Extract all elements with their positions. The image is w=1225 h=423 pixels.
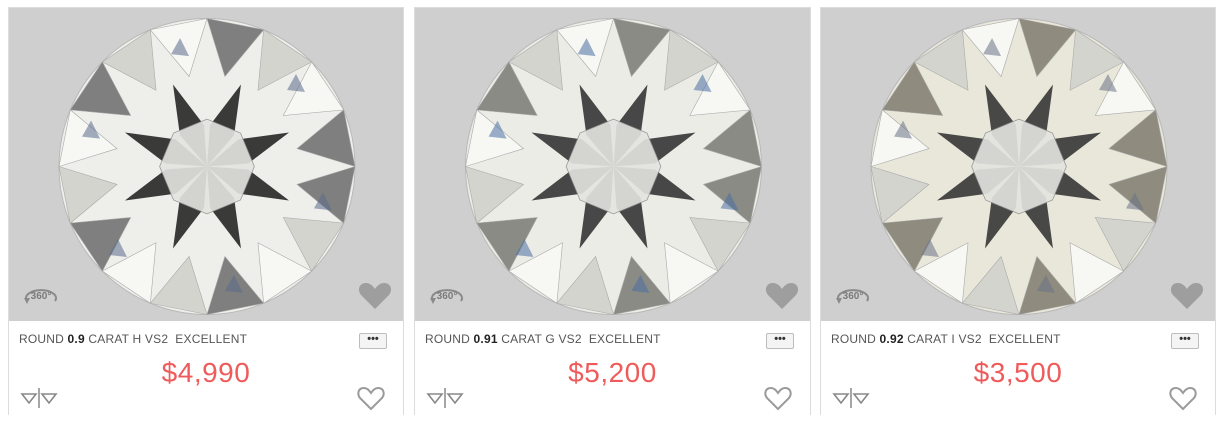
clarity-grade: VS2 bbox=[144, 332, 169, 346]
badge-360-label: 360° bbox=[437, 291, 458, 302]
diamond-title[interactable]: ROUND 0.91 CARAT G VS2 EXCELLENT bbox=[425, 332, 661, 346]
carat-label: CARAT bbox=[88, 332, 129, 346]
diamond-image[interactable]: 360° bbox=[415, 8, 810, 321]
compare-icon[interactable] bbox=[425, 387, 465, 409]
color-grade: I bbox=[951, 332, 955, 346]
diamond-card[interactable]: 360° ROUND 0.92 CARAT I VS2 EXCELLENT ••… bbox=[820, 7, 1216, 416]
carat-value: 0.9 bbox=[67, 332, 85, 346]
favorite-overlay-icon[interactable] bbox=[357, 279, 393, 311]
shape: ROUND bbox=[425, 332, 470, 346]
price: $4,990 bbox=[161, 357, 251, 388]
diamond-card[interactable]: 360° ROUND 0.91 CARAT G VS2 EXCELLENT ••… bbox=[414, 7, 811, 416]
card-info: ROUND 0.9 CARAT H VS2 EXCELLENT ••• $4,9… bbox=[9, 321, 403, 416]
card-info: ROUND 0.91 CARAT G VS2 EXCELLENT ••• $5,… bbox=[415, 321, 810, 416]
more-options-button[interactable]: ••• bbox=[1171, 333, 1199, 349]
shape: ROUND bbox=[19, 332, 64, 346]
diamond-title[interactable]: ROUND 0.9 CARAT H VS2 EXCELLENT bbox=[19, 332, 247, 346]
360-view-icon[interactable]: 360° bbox=[833, 281, 873, 309]
carat-value: 0.92 bbox=[879, 332, 904, 346]
diamond-image[interactable]: 360° bbox=[821, 8, 1215, 321]
cut-grade: EXCELLENT bbox=[175, 332, 248, 346]
favorite-overlay-icon[interactable] bbox=[764, 279, 800, 311]
price: $5,200 bbox=[568, 357, 657, 388]
diamond-image[interactable]: 360° bbox=[9, 8, 403, 321]
diamond-render bbox=[465, 18, 762, 315]
carat-label: CARAT bbox=[501, 332, 542, 346]
cut-grade: EXCELLENT bbox=[588, 332, 661, 346]
cut-grade: EXCELLENT bbox=[988, 332, 1061, 346]
heart-icon[interactable] bbox=[764, 385, 792, 411]
color-grade: H bbox=[132, 332, 142, 346]
color-grade: G bbox=[545, 332, 555, 346]
favorite-overlay-icon[interactable] bbox=[1169, 279, 1205, 311]
clarity-grade: VS2 bbox=[958, 332, 982, 346]
360-view-icon[interactable]: 360° bbox=[427, 281, 467, 309]
card-info: ROUND 0.92 CARAT I VS2 EXCELLENT ••• $3,… bbox=[821, 321, 1215, 416]
badge-360-label: 360° bbox=[31, 291, 52, 302]
price: $3,500 bbox=[973, 357, 1063, 388]
badge-360-label: 360° bbox=[843, 291, 864, 302]
heart-icon[interactable] bbox=[357, 385, 385, 411]
360-view-icon[interactable]: 360° bbox=[21, 281, 61, 309]
diamond-render bbox=[58, 18, 356, 315]
more-options-button[interactable]: ••• bbox=[766, 333, 794, 349]
compare-icon[interactable] bbox=[831, 387, 871, 409]
carat-value: 0.91 bbox=[473, 332, 498, 346]
diamond-card[interactable]: 360° ROUND 0.9 CARAT H VS2 EXCELLENT •••… bbox=[8, 7, 404, 416]
heart-icon[interactable] bbox=[1169, 385, 1197, 411]
diamond-render bbox=[870, 18, 1168, 315]
more-options-button[interactable]: ••• bbox=[359, 333, 387, 349]
carat-label: CARAT bbox=[907, 332, 948, 346]
compare-icon[interactable] bbox=[19, 387, 59, 409]
diamond-title[interactable]: ROUND 0.92 CARAT I VS2 EXCELLENT bbox=[831, 332, 1061, 346]
clarity-grade: VS2 bbox=[558, 332, 582, 346]
shape: ROUND bbox=[831, 332, 876, 346]
